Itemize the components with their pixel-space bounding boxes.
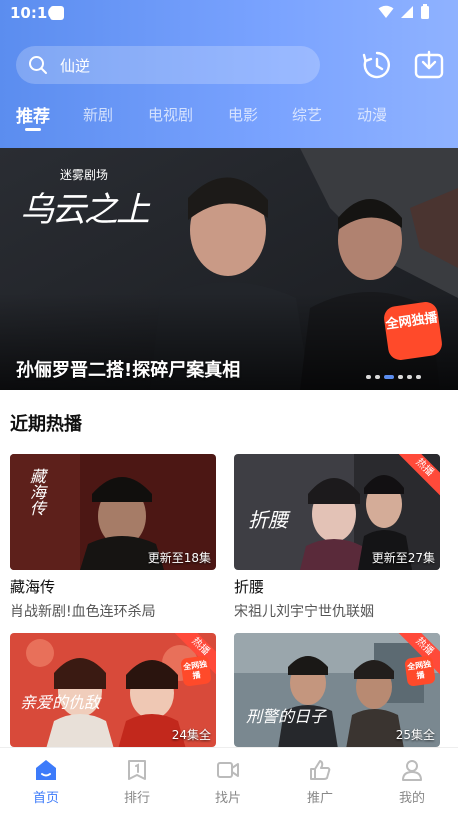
nav-label: 首页 [32, 791, 59, 806]
carousel-dot-active [384, 375, 394, 379]
episode-label: 25集全 [395, 728, 435, 742]
carousel-dot [366, 375, 371, 379]
category-tabs: 推荐 新剧 电视剧 电影 综艺 动漫 [0, 100, 458, 140]
banner-caption: 孙俪罗晋二搭!探碎尸案真相 [16, 360, 241, 381]
episode-label: 更新至27集 [371, 551, 435, 565]
show-thumbnail: 刑警的日子 热播 全网独播 25集全 [234, 633, 440, 747]
exclusive-stamp: 全网独播 [180, 655, 212, 687]
thumbs-up-icon [310, 760, 331, 780]
nav-ranking[interactable]: 排行 [107, 758, 167, 806]
carousel-dot [416, 375, 421, 379]
status-icons [378, 4, 430, 20]
nav-label: 找片 [214, 791, 241, 806]
show-card[interactable]: 藏海传 更新至18集 藏海传 肖战新剧!血色连环杀局 [10, 454, 216, 621]
show-thumbnail: 亲爱的仇敌 热播 全网独播 24集全 [10, 633, 216, 747]
carousel-indicator [366, 375, 421, 379]
show-thumbnail: 折腰 热播 更新至27集 [234, 454, 440, 570]
thumbnail-title-art: 亲爱的仇敌 [20, 693, 101, 712]
tab-new-series[interactable]: 新剧 [83, 104, 113, 125]
show-card[interactable]: 刑警的日子 热播 全网独播 25集全 [234, 633, 440, 747]
video-camera-icon [217, 762, 239, 778]
tab-tv-series[interactable]: 电视剧 [148, 104, 193, 125]
show-title: 藏海传 [10, 578, 56, 596]
nav-label: 排行 [123, 791, 150, 806]
download-icon[interactable] [414, 50, 444, 80]
show-card[interactable]: 折腰 热播 更新至27集 折腰 宋祖儿刘宇宁世仇联姻 [234, 454, 440, 621]
tab-variety[interactable]: 综艺 [292, 104, 322, 125]
tab-movies[interactable]: 电影 [228, 104, 258, 125]
home-icon [36, 760, 56, 780]
search-input[interactable]: 仙逆 [16, 46, 320, 84]
exclusive-stamp: 全网独播 [382, 300, 444, 362]
thumbnail-title-art: 藏海传 [27, 468, 46, 516]
nav-label: 我的 [398, 791, 425, 806]
show-description: 宋祖儿刘宇宁世仇联姻 [234, 604, 374, 620]
thumbnail-title-art: 刑警的日子 [246, 707, 327, 726]
nav-profile[interactable]: 我的 [382, 758, 442, 806]
history-icon[interactable] [362, 50, 392, 80]
banner-channel-logo: 迷雾剧场 [60, 168, 109, 182]
show-title: 折腰 [234, 578, 265, 596]
show-description: 肖战新剧!血色连环杀局 [10, 604, 156, 620]
show-card[interactable]: 亲爱的仇敌 热播 全网独播 24集全 [10, 633, 216, 747]
status-bar: 10:16 [0, 0, 458, 28]
wifi-icon [378, 5, 394, 18]
nav-home[interactable]: 首页 [16, 758, 76, 806]
show-thumbnail: 藏海传 更新至18集 [10, 454, 216, 570]
bottom-navigation: 首页 排行 找片 推广 我的 [0, 747, 458, 814]
search-icon [29, 56, 47, 74]
banner-carousel[interactable]: 迷雾剧场 乌云之上 全网独播 孙俪罗晋二搭!探碎尸案真相 [0, 148, 458, 390]
notification-icon [50, 6, 64, 20]
nav-promotion[interactable]: 推广 [290, 758, 350, 806]
tab-active-indicator [25, 128, 41, 131]
ranking-icon [128, 760, 146, 780]
carousel-dot [375, 375, 380, 379]
banner-title-art: 乌云之上 [20, 190, 150, 230]
episode-label: 24集全 [171, 728, 211, 742]
episode-label: 更新至18集 [147, 551, 211, 565]
exclusive-stamp: 全网独播 [404, 655, 436, 687]
carousel-dot [407, 375, 412, 379]
nav-label: 推广 [306, 791, 333, 806]
tab-recommend[interactable]: 推荐 [16, 102, 50, 127]
search-query: 仙逆 [60, 57, 91, 75]
tab-anime[interactable]: 动漫 [357, 104, 387, 125]
user-icon [402, 760, 422, 781]
nav-discover[interactable]: 找片 [198, 758, 258, 806]
carousel-dot [398, 375, 403, 379]
signal-icon [401, 6, 413, 18]
header: 10:16 仙逆 推荐 新剧 电视剧 电影 综艺 动漫 [0, 0, 458, 148]
thumbnail-title-art: 折腰 [248, 508, 288, 532]
battery-icon [421, 4, 429, 19]
section-title: 近期热播 [10, 414, 82, 435]
